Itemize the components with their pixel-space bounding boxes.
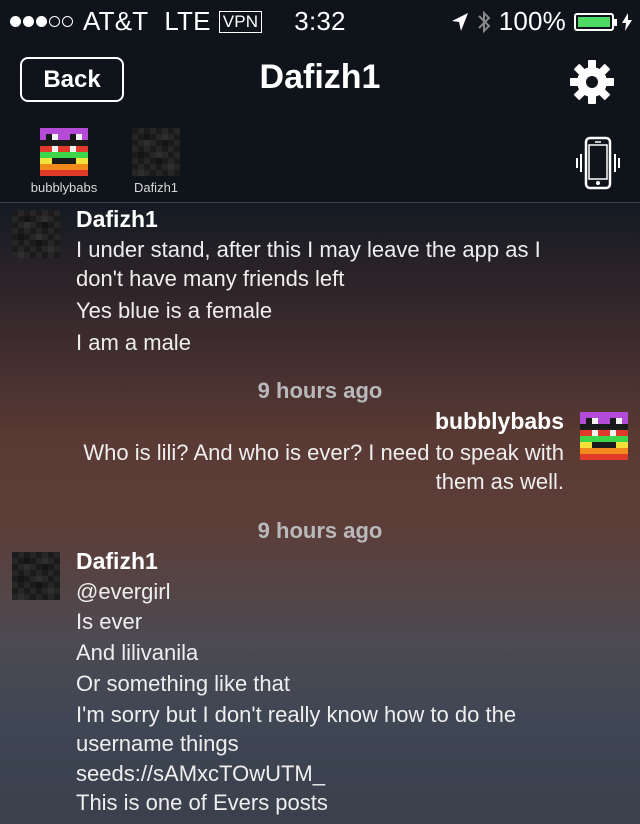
charging-bolt-icon [622,12,632,31]
avatar [580,412,628,460]
message-text: And lilivanila [76,640,199,665]
participants-bar: bubblybabs Dafizh1 [0,122,640,203]
message-text: username things [76,731,239,756]
message-text: Yes blue is a female [76,298,273,323]
message-text: I'm sorry but I don't really know how to… [76,702,517,727]
avatar [12,210,60,258]
participant-name: bubblybabs [30,180,98,195]
avatar [132,128,180,176]
message-text: I under stand, after this I may leave th… [76,237,541,262]
avatar [12,552,60,600]
message-text: them as well. [435,469,564,494]
avatar [40,128,88,176]
participant-bubblybabs[interactable]: bubblybabs [24,128,104,195]
gear-icon[interactable] [570,60,614,104]
battery-icon [574,12,617,31]
message-text: This is one of Evers posts [76,790,328,815]
sender-name: Dafizh1 [76,206,158,232]
message-text: @evergirl [76,579,171,604]
message-text: seeds://sAMxcTOwUTM_ [76,761,325,786]
status-bar: AT&T LTE VPN 3:32 100% [0,0,640,40]
navigation-bar: Back Dafizh1 [0,40,640,122]
sender-name: bubblybabs [434,408,564,434]
message-text: Or something like that [76,671,290,696]
participant-name: Dafizh1 [133,180,179,195]
bluetooth-icon [477,10,491,33]
message-text: Is ever [76,609,143,634]
timestamp-separator: 9 hours ago [257,378,383,403]
page-title: Dafizh1 [259,58,381,96]
participant-dafizh1[interactable]: Dafizh1 [116,128,196,195]
vibrate-phone-icon[interactable] [574,136,622,192]
message-text: I am a male [76,330,191,355]
battery-percent: 100% [498,6,566,36]
message-text: Who is lili? And who is ever? I need to … [83,440,564,465]
location-arrow-icon [451,12,468,31]
message-text: don't have many friends left [76,266,345,291]
sender-name: Dafizh1 [76,548,158,574]
timestamp-separator: 9 hours ago [257,518,383,543]
